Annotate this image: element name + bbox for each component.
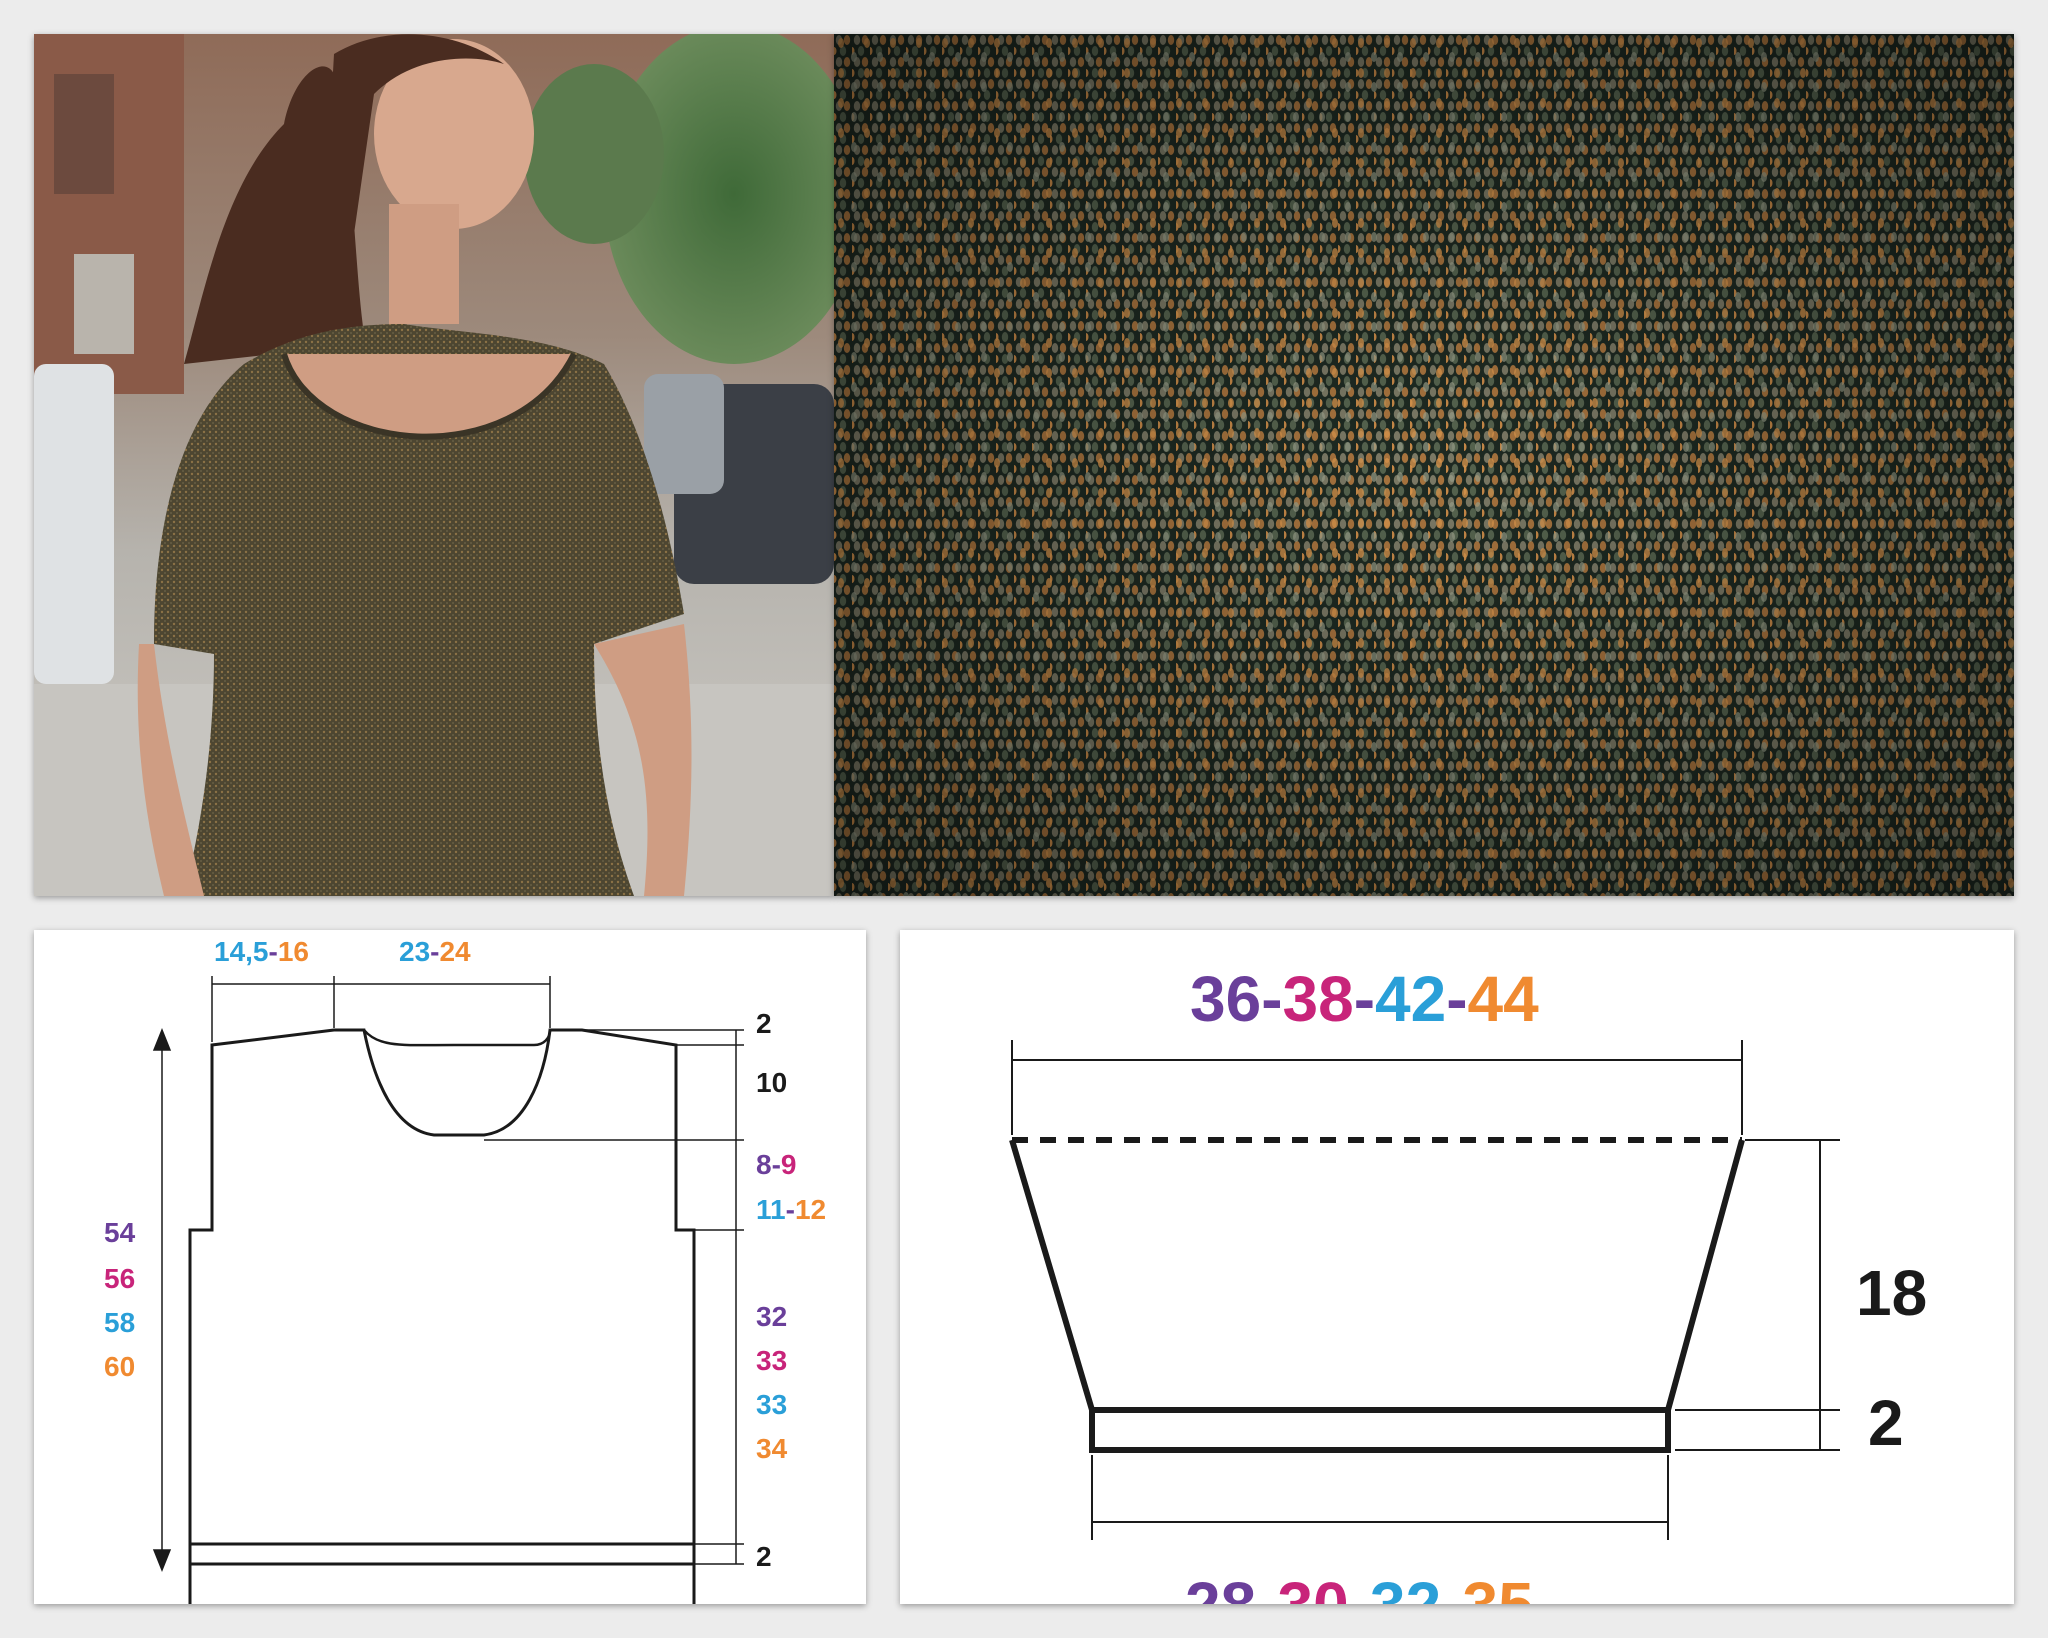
shoulder-width-label: 14,5-16: [214, 936, 309, 967]
sleeve-dimension-lines: [1011, 1040, 1840, 1540]
body-schematic: 14,5-16 23-24 2 10 8-9 11-12 32 33 33 34…: [34, 930, 866, 1604]
dimension-lines: [152, 976, 744, 1573]
side-length-size2: 33: [756, 1345, 787, 1376]
armhole-depth-a: 8-9: [756, 1149, 796, 1180]
neck-width-label: 23-24: [399, 936, 471, 967]
hem-rib-label: 2: [756, 1541, 772, 1572]
sleeve-height-label: 18: [1856, 1257, 1927, 1329]
model-photo: [34, 34, 834, 896]
armhole-depth-b: 11-12: [756, 1194, 826, 1225]
sleeve-top-width-label: 36-38-42-44: [1190, 963, 1539, 1035]
neck-depth-label: 10: [756, 1067, 787, 1098]
total-length-size1: 54: [104, 1217, 136, 1248]
body-outline: [188, 1028, 696, 1604]
sleeve-outline: [1009, 1137, 1745, 1453]
sleeve-schematic: 36-38-42-44 18 2 28-30-32-35: [900, 930, 2014, 1604]
shoulder-slope-label: 2: [756, 1008, 772, 1039]
total-length-size2: 56: [104, 1263, 135, 1294]
total-length-size3: 58: [104, 1307, 135, 1338]
sleeve-bottom-width-label: 28-30-32-35: [1185, 1569, 1534, 1604]
knit-texture-closeup: [834, 34, 2014, 896]
cuff-height-label: 2: [1868, 1387, 1904, 1459]
side-length-size3: 33: [756, 1389, 787, 1420]
side-length-size1: 32: [756, 1301, 787, 1332]
side-length-size4: 34: [756, 1433, 788, 1464]
total-length-size4: 60: [104, 1351, 135, 1382]
